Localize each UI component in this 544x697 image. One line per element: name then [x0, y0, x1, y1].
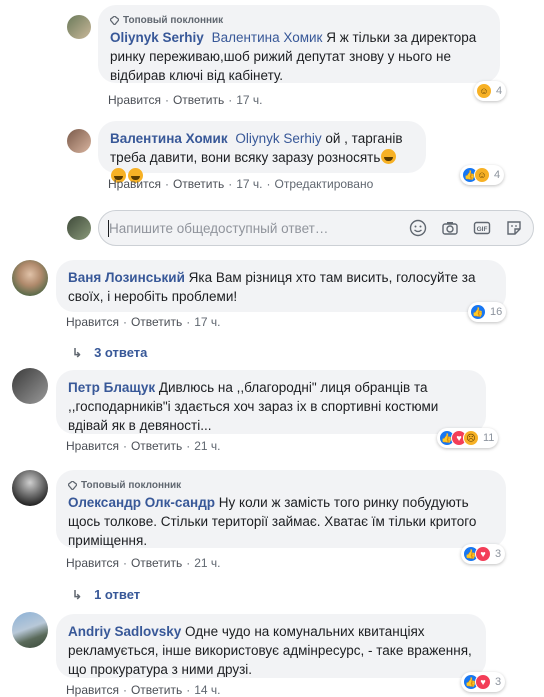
reply-box[interactable]: GIF: [98, 210, 534, 246]
comment-mention[interactable]: Валентина Хомик: [212, 30, 323, 45]
like-link[interactable]: Нравится: [66, 315, 119, 329]
reaction-count: 16: [490, 306, 503, 318]
comment-actions: Нравится · Ответить · 21 ч.: [66, 439, 221, 453]
comment-author[interactable]: Oliynyk Serhiy: [110, 30, 204, 45]
like-link[interactable]: Нравится: [66, 439, 119, 453]
reaction-count: 4: [496, 85, 503, 97]
reaction-summary[interactable]: 👍 ♥ 3: [461, 672, 506, 692]
comment-bubble: Валентина Хомик Oliynyk Serhiy ой , тарг…: [98, 121, 426, 183]
avatar[interactable]: [67, 15, 91, 39]
comment-actions: Нравится · Ответить · 14 ч.: [66, 683, 221, 697]
comment-author[interactable]: Andriy Sadlovsky: [68, 624, 181, 639]
comment-mention[interactable]: Oliynyk Serhiy: [235, 131, 321, 146]
reaction-summary[interactable]: 👍 ♥ ☹ 11: [437, 428, 499, 448]
reaction-summary[interactable]: 👍 ♥ 3: [461, 544, 506, 564]
reaction-summary[interactable]: 👍 ☺ 4: [460, 165, 505, 185]
avatar[interactable]: [12, 368, 48, 404]
replies-count: 1 ответ: [94, 587, 141, 602]
comment-author[interactable]: Олександр Олк-сандр: [68, 495, 215, 510]
like-link[interactable]: Нравится: [66, 683, 119, 697]
comment-time[interactable]: 21 ч.: [194, 439, 220, 453]
love-icon: ♥: [475, 546, 491, 562]
reply-link[interactable]: Ответить: [173, 177, 224, 191]
reply-link[interactable]: Ответить: [131, 556, 182, 570]
comment-author[interactable]: Валентина Хомик: [110, 131, 228, 146]
like-link[interactable]: Нравится: [108, 177, 161, 191]
like-link[interactable]: Нравится: [108, 93, 161, 107]
comment-time[interactable]: 17 ч.: [236, 93, 262, 107]
reply-link[interactable]: Ответить: [131, 315, 182, 329]
comment-bubble: Топовый поклонник Oliynyk Serhiy Валенти…: [98, 5, 500, 83]
comment-actions: Нравится · Ответить · 21 ч.: [66, 556, 221, 570]
view-replies-link[interactable]: ↳ 1 ответ: [72, 587, 140, 602]
haha-icon: ☺: [476, 83, 492, 99]
comment-actions: Нравится · Ответить · 17 ч. · Отредактировано: [108, 177, 374, 191]
comment-bubble: Топовый поклонник Олександр Олк-сандр Ну…: [56, 470, 506, 548]
sticker-icon[interactable]: [505, 219, 523, 237]
comment-time[interactable]: 21 ч.: [194, 556, 220, 570]
svg-text:GIF: GIF: [477, 226, 488, 233]
avatar[interactable]: [12, 470, 48, 506]
reaction-count: 4: [494, 169, 501, 181]
reply-input[interactable]: [109, 219, 389, 237]
reaction-count: 3: [495, 676, 502, 688]
camera-icon[interactable]: [441, 219, 459, 237]
reply-link[interactable]: Ответить: [131, 683, 182, 697]
comment-actions: Нравится · Ответить · 17 ч.: [66, 315, 221, 329]
rofl-emoji-icon: [381, 149, 397, 164]
badge-label: Топовый поклонник: [81, 479, 182, 491]
avatar[interactable]: [67, 129, 91, 153]
gif-icon[interactable]: GIF: [473, 219, 491, 237]
top-fan-badge: Топовый поклонник: [68, 478, 494, 492]
top-fan-badge: Топовый поклонник: [110, 13, 488, 27]
replies-count: 3 ответа: [94, 345, 148, 360]
current-user-avatar: [67, 216, 91, 240]
sad-icon: ☹: [463, 430, 479, 446]
reply-arrow-icon: ↳: [72, 345, 83, 360]
comment-bubble: Петр Блащук Дивлюсь на ,,благородні" лиц…: [56, 370, 486, 434]
reply-link[interactable]: Ответить: [131, 439, 182, 453]
reaction-count: 11: [483, 432, 495, 444]
badge-label: Топовый поклонник: [123, 14, 224, 26]
avatar[interactable]: [12, 260, 48, 296]
avatar[interactable]: [12, 612, 48, 648]
comment-time[interactable]: 14 ч.: [194, 683, 220, 697]
diamond-icon: [68, 480, 77, 490]
comment-author[interactable]: Петр Блащук: [68, 380, 155, 395]
reaction-count: 3: [495, 548, 502, 560]
comment-actions: Нравится · Ответить · 17 ч.: [108, 93, 263, 107]
diamond-icon: [110, 15, 119, 25]
comment-time[interactable]: 17 ч.: [194, 315, 220, 329]
comment-time[interactable]: 17 ч.: [236, 177, 262, 191]
edited-label[interactable]: Отредактировано: [275, 177, 374, 191]
reaction-summary[interactable]: 👍 16: [468, 302, 507, 322]
comment-bubble: Ваня Лозинський Яка Вам різниця хто там …: [56, 260, 506, 312]
reaction-summary[interactable]: ☺ 4: [474, 81, 507, 101]
reply-arrow-icon: ↳: [72, 587, 83, 602]
emoji-icon[interactable]: [409, 219, 427, 237]
reply-link[interactable]: Ответить: [173, 93, 224, 107]
comment-bubble: Andriy Sadlovsky Одне чудо на комунальни…: [56, 614, 486, 678]
like-icon: 👍: [470, 304, 486, 320]
haha-icon: ☺: [474, 167, 490, 183]
like-link[interactable]: Нравится: [66, 556, 119, 570]
love-icon: ♥: [475, 674, 491, 690]
view-replies-link[interactable]: ↳ 3 ответа: [72, 345, 147, 360]
comment-author[interactable]: Ваня Лозинський: [68, 270, 185, 285]
